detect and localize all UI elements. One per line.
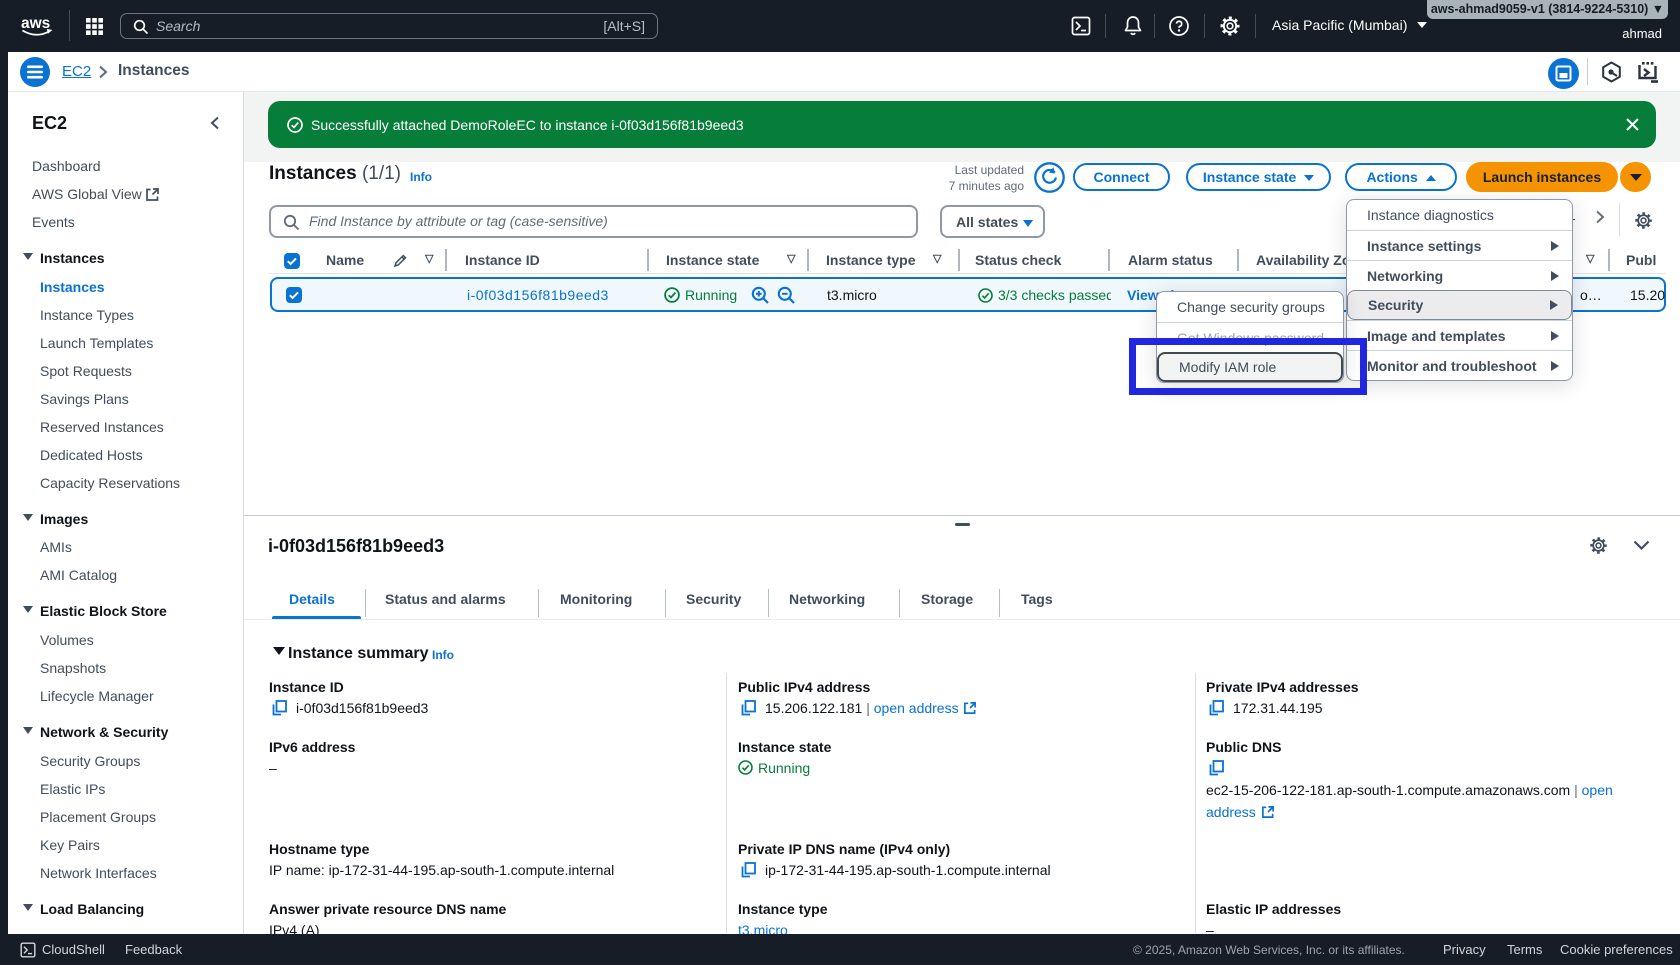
svg-text:aws: aws bbox=[21, 15, 50, 32]
